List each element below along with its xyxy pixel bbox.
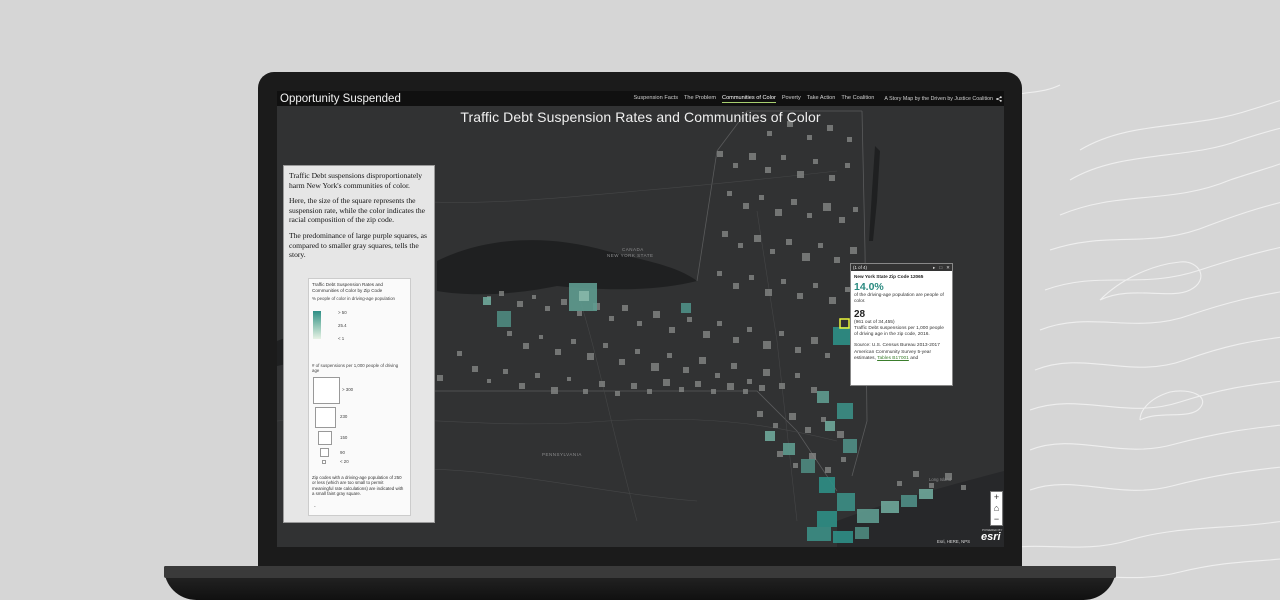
story-side-panel: Traffic Debt suspensions disproportionat… — [283, 165, 435, 523]
panel-paragraph: Traffic Debt suspensions disproportionat… — [289, 171, 423, 190]
ramp-label-low: < 1 — [338, 336, 345, 341]
label-new-york: NEW YORK STATE — [607, 253, 654, 258]
popup-source-tail: and — [908, 355, 919, 361]
ramp-label-high: > 50 — [338, 310, 347, 315]
byline: A Story Map by the Driven by Justice Coa… — [884, 95, 993, 102]
nav-communities-of-color[interactable]: Communities of Color — [722, 95, 776, 103]
map-attribution[interactable]: Esri, HERE, NPS — [937, 539, 970, 544]
popup-header: (1 of 4) ▸ □ ✕ — [851, 264, 952, 271]
size-symbol-s — [320, 448, 329, 457]
app-header: Opportunity Suspended Suspension Facts T… — [277, 91, 1004, 106]
size-label-l: 230 — [340, 414, 348, 419]
size-symbol-l — [315, 407, 336, 428]
legend-note: Zip codes with a driving-age population … — [312, 475, 404, 497]
size-symbol-m — [318, 431, 332, 445]
popup-rate-desc: Traffic Debt suspensions per 1,000 peopl… — [854, 326, 944, 338]
home-button[interactable]: ⌂ — [991, 503, 1002, 514]
nav-the-coalition[interactable]: The Coalition — [841, 95, 874, 103]
size-label-m: 150 — [340, 435, 348, 440]
zoom-in-button[interactable]: + — [991, 492, 1002, 503]
map-legend: Traffic Debt Suspension Rates and Commun… — [308, 278, 411, 516]
popup-percent-desc: of the driving-age population are people… — [854, 293, 944, 305]
maximize-icon[interactable]: □ — [939, 265, 942, 271]
zoom-out-button[interactable]: − — [991, 514, 1002, 525]
legend-color-label: % people of color in driving-age populat… — [312, 296, 395, 301]
nav-suspension-facts[interactable]: Suspension Facts — [634, 95, 678, 103]
legend-dash: - — [314, 504, 316, 510]
popup-source: Source: U.S. Census Bureau 2013-2017 Ame… — [851, 343, 952, 361]
app-title: Opportunity Suspended — [280, 92, 401, 105]
close-icon[interactable]: ✕ — [946, 265, 950, 271]
panel-paragraph: The predominance of large purple squares… — [289, 230, 427, 260]
size-symbol-xs — [322, 460, 326, 464]
size-label-xl: > 300 — [342, 387, 354, 392]
esri-logo[interactable]: esri — [981, 531, 1001, 543]
label-long-island: Long Island — [929, 477, 952, 482]
legend-size-label: # of suspensions per 1,000 people of dri… — [312, 363, 399, 374]
ramp-label-mid: 25.4 — [338, 323, 347, 328]
popup-title: New York State Zip Code 12065 — [854, 274, 924, 279]
size-label-s: 90 — [340, 450, 345, 455]
color-ramp — [313, 311, 321, 339]
popup-source-link[interactable]: Tables B17001 — [877, 356, 909, 361]
label-pennsylvania: PENNSYLVANIA — [542, 452, 582, 457]
share-icon[interactable] — [996, 95, 1002, 102]
popup-percent: 14.0% — [854, 281, 884, 293]
story-nav: Suspension Facts The Problem Communities… — [628, 95, 874, 103]
zoom-control: + ⌂ − — [990, 491, 1003, 526]
laptop-base-lip — [164, 566, 1116, 578]
popup-rate: 28 — [854, 309, 866, 321]
feature-popup: (1 of 4) ▸ □ ✕ New York State Zip Code 1… — [850, 263, 953, 386]
nav-poverty[interactable]: Poverty — [782, 95, 801, 103]
size-label-xs: < 20 — [340, 459, 349, 464]
panel-paragraph: Here, the size of the square represents … — [289, 196, 426, 225]
legend-title: Traffic Debt Suspension Rates and Commun… — [312, 282, 383, 293]
label-canada: CANADA — [622, 247, 644, 252]
popup-pager: (1 of 4) — [853, 265, 867, 270]
app-screen: CANADA NEW YORK STATE PENNSYLVANIA Long … — [277, 91, 1004, 547]
size-symbol-xl — [313, 377, 340, 404]
nav-the-problem[interactable]: The Problem — [684, 95, 716, 103]
next-icon[interactable]: ▸ — [933, 265, 935, 271]
nav-take-action[interactable]: Take Action — [807, 95, 836, 103]
panel-text: Traffic Debt suspensions disproportionat… — [289, 171, 429, 266]
map-title: Traffic Debt Suspension Rates and Commun… — [460, 109, 821, 125]
